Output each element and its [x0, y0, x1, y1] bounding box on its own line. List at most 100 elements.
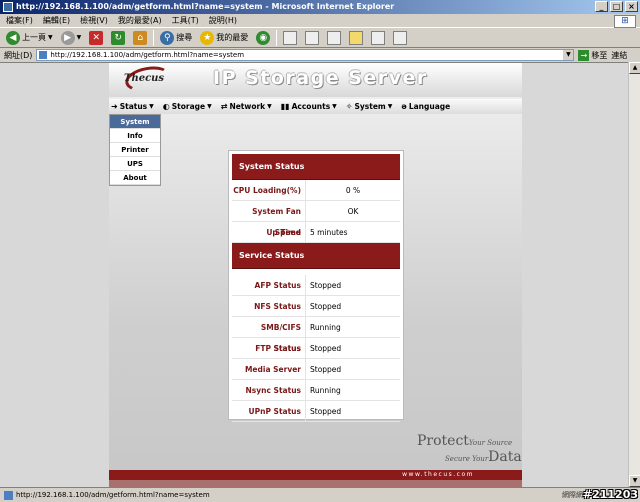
chevron-down-icon: ▼ [207, 103, 212, 110]
back-button[interactable]: ◀ 上一頁 ▼ [4, 29, 55, 47]
ie-app-icon [3, 2, 13, 12]
refresh-button[interactable]: ↻ [109, 29, 127, 47]
folder-button[interactable] [347, 29, 365, 47]
nav-status-label: Status [119, 102, 148, 111]
network-icon: ⇄ [220, 102, 228, 111]
close-button[interactable]: × [625, 1, 638, 12]
nav-accounts[interactable]: ▮▮ Accounts ▼ [281, 102, 337, 111]
search-icon: ⚲ [160, 30, 175, 45]
afp-status-value: Stopped [310, 280, 342, 290]
windows-logo-icon: ⊞ [614, 15, 636, 28]
page-icon [39, 51, 48, 59]
stop-button[interactable]: ✕ [87, 29, 105, 47]
refresh-icon: ↻ [111, 30, 126, 45]
back-arrow-icon: ◀ [6, 30, 20, 45]
status-bar: http://192.168.1.100/adm/getform.html?na… [0, 487, 640, 502]
system-status-heading: System Status [232, 154, 400, 180]
forward-button[interactable]: ▶ ▼ [59, 29, 84, 47]
nsync-status-value: Running [310, 385, 341, 395]
scroll-up-icon[interactable]: ▲ [629, 62, 640, 74]
protect-slogan: ProtectYour Source Secure YourData [417, 433, 522, 465]
submenu-printer[interactable]: Printer [110, 143, 160, 157]
nav-system[interactable]: ✧ System ▼ [346, 102, 393, 111]
fan-speed-value: OK [347, 206, 359, 216]
scroll-down-icon[interactable]: ▼ [629, 475, 640, 487]
language-icon: ǝ [401, 102, 407, 111]
research-button[interactable] [391, 29, 409, 47]
print-icon [305, 30, 320, 45]
nfs-status-value: Stopped [310, 301, 342, 311]
menu-bar: 檔案(F) 編輯(E) 檢視(V) 我的最愛(A) 工具(T) 說明(H) [0, 14, 640, 28]
status-panel: System Status CPU Loading(%) 0 % System … [228, 150, 404, 422]
chevron-down-icon: ▼ [48, 34, 53, 41]
menu-edit[interactable]: 編輯(E) [43, 14, 70, 27]
messenger-button[interactable] [369, 29, 387, 47]
upnp-status-label: UPnP Status [232, 400, 306, 422]
address-input[interactable]: http://192.168.1.100/adm/getform.html?na… [36, 49, 575, 61]
page-header: Thecus IP Storage Server [109, 63, 522, 97]
go-label: 移至 [591, 50, 608, 60]
service-status-heading: Service Status [232, 243, 400, 269]
menu-file[interactable]: 檔案(F) [6, 14, 33, 27]
banner-title: IP Storage Server [213, 67, 428, 89]
address-dropdown-icon[interactable]: ▼ [563, 50, 574, 60]
status-url: http://192.168.1.100/adm/getform.html?na… [16, 491, 210, 499]
nav-language[interactable]: ǝ Language [401, 102, 450, 111]
nav-status[interactable]: ➜ Status ▼ [111, 102, 154, 111]
cpu-loading-label: CPU Loading(%) [232, 179, 306, 201]
toolbar-separator [276, 29, 278, 46]
mail-icon [283, 30, 298, 45]
maximize-button[interactable]: □ [610, 1, 623, 12]
submenu-about[interactable]: About [110, 171, 160, 185]
menu-view[interactable]: 檢視(V) [80, 14, 108, 27]
submenu-info[interactable]: Info [110, 129, 160, 143]
menu-help[interactable]: 說明(H) [209, 14, 237, 27]
web-viewport: Thecus IP Storage Server ➜ Status ▼ ◐ St… [0, 62, 628, 487]
nas-admin-page: Thecus IP Storage Server ➜ Status ▼ ◐ St… [109, 63, 522, 487]
status-icon: ➜ [111, 102, 118, 111]
menu-tools[interactable]: 工具(T) [172, 14, 199, 27]
edit-button[interactable] [325, 29, 343, 47]
nav-network-label: Network [229, 102, 266, 111]
chevron-down-icon: ▼ [267, 103, 272, 110]
chevron-down-icon: ▼ [76, 34, 82, 41]
media-server-value: Stopped [310, 364, 342, 374]
vertical-scrollbar[interactable]: ▲ ▼ [628, 62, 640, 487]
search-button[interactable]: ⚲ 搜尋 [158, 29, 194, 47]
nav-system-label: System [354, 102, 386, 111]
minimize-button[interactable]: _ [595, 1, 608, 12]
table-row: Media Server Stopped [232, 358, 400, 380]
mail-button[interactable] [281, 29, 299, 47]
submenu-ups[interactable]: UPS [110, 157, 160, 171]
media-server-label: Media Server [232, 358, 306, 380]
messenger-icon [371, 30, 386, 45]
print-button[interactable] [303, 29, 321, 47]
menu-favorites[interactable]: 我的最愛(A) [118, 14, 162, 27]
footer-bar: www.thecus.com [109, 470, 522, 480]
accounts-icon: ▮▮ [280, 102, 290, 111]
cpu-loading-value: 0 % [345, 185, 361, 195]
table-row: System Fan Speed OK [232, 200, 400, 237]
up-time-label: Up Time [232, 221, 306, 243]
submenu-system[interactable]: System [110, 115, 160, 129]
star-icon: ★ [200, 30, 215, 45]
fan-speed-label: System Fan Speed [232, 200, 306, 237]
links-button[interactable]: 連結 [611, 50, 627, 61]
stop-icon: ✕ [89, 30, 104, 45]
favorites-button[interactable]: ★ 我的最愛 [198, 29, 250, 47]
toolbar-separator [153, 29, 155, 46]
home-button[interactable]: ⌂ [131, 29, 149, 47]
go-button[interactable]: → 移至 [578, 49, 608, 61]
back-label: 上一頁 [22, 33, 46, 42]
smb-status-label: SMB/CIFS Status [232, 316, 306, 353]
table-row: Nsync Status Running [232, 379, 400, 401]
edit-icon [327, 30, 342, 45]
nav-storage[interactable]: ◐ Storage ▼ [163, 102, 212, 111]
nsync-status-label: Nsync Status [232, 379, 306, 401]
media-button[interactable]: ◉ [254, 29, 272, 47]
chevron-down-icon: ▼ [387, 103, 393, 110]
research-icon [393, 30, 408, 45]
slogan-protect: Protect [417, 433, 469, 449]
address-label: 網址(D) [4, 50, 33, 60]
nav-network[interactable]: ⇄ Network ▼ [221, 102, 272, 111]
